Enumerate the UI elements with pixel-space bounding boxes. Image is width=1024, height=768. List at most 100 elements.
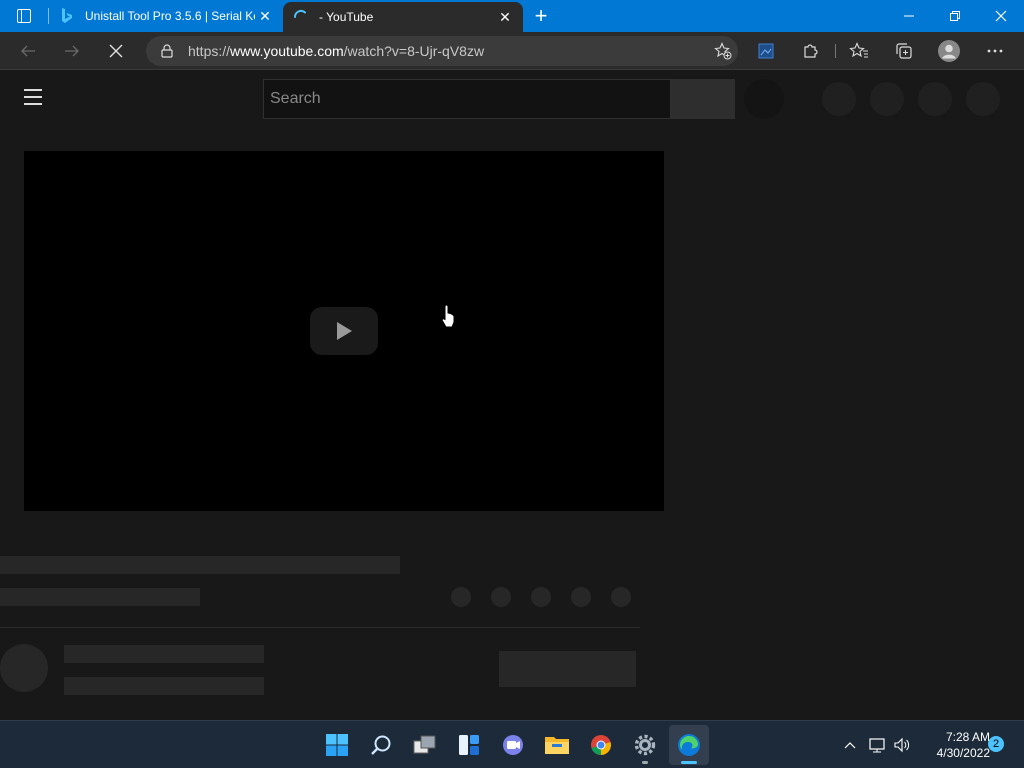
close-window-button[interactable] (978, 0, 1024, 32)
forward-arrow-icon (65, 45, 79, 57)
task-view-button[interactable] (405, 725, 445, 765)
teams-chat-button[interactable] (493, 725, 533, 765)
placeholder-circle (822, 82, 856, 116)
edge-button[interactable] (669, 725, 709, 765)
tab-title: Unistall Tool Pro 3.5.6 | Serial Key (85, 9, 255, 23)
placeholder-circle (870, 82, 904, 116)
minimize-icon (904, 15, 914, 17)
hand-cursor-icon (441, 305, 455, 328)
video-player[interactable] (24, 151, 664, 511)
new-tab-button[interactable]: + (523, 0, 559, 32)
task-view-icon (413, 735, 436, 754)
url-text: https://www.youtube.com/watch?v=8-Ujr-qV… (188, 43, 708, 59)
show-hidden-icons-button[interactable] (838, 721, 862, 768)
channel-name-placeholder (64, 645, 264, 663)
restore-icon (950, 11, 960, 21)
clock-date: 4/30/2022 (936, 746, 990, 760)
browser-titlebar: Unistall Tool Pro 3.5.6 | Serial Key ✕ -… (0, 0, 1024, 32)
divider (0, 627, 640, 628)
collections-icon (896, 43, 912, 59)
play-button[interactable] (310, 307, 378, 355)
edge-icon (678, 734, 700, 756)
loading-spinner-icon (293, 9, 309, 25)
running-indicator (642, 761, 648, 764)
taskbar-search-button[interactable] (361, 725, 401, 765)
channel-avatar-placeholder (0, 644, 48, 692)
speaker-icon (894, 737, 910, 753)
action-placeholder (531, 587, 551, 607)
action-placeholder (571, 587, 591, 607)
lock-icon (158, 42, 176, 60)
placeholder-circle (918, 82, 952, 116)
restore-button[interactable] (932, 0, 978, 32)
chrome-button[interactable] (581, 725, 621, 765)
tab-actions-icon (17, 9, 31, 23)
file-explorer-button[interactable] (537, 725, 577, 765)
favorites-button[interactable] (843, 35, 875, 67)
widgets-button[interactable] (449, 725, 489, 765)
clock-time: 7:28 AM (945, 730, 990, 744)
favorites-icon (849, 42, 868, 58)
toolbar-separator (835, 44, 836, 58)
image-tool-button[interactable] (750, 35, 782, 67)
puzzle-icon (804, 44, 818, 58)
active-indicator (681, 761, 697, 764)
gear-icon (634, 734, 656, 756)
star-add-icon (714, 42, 732, 60)
close-icon (995, 10, 1007, 22)
youtube-search-box[interactable] (263, 79, 671, 119)
title-placeholder (0, 556, 400, 574)
url-domain: www.youtube.com (230, 43, 344, 59)
settings-more-button[interactable] (979, 35, 1011, 67)
search-icon (371, 735, 391, 755)
collections-button[interactable] (888, 35, 920, 67)
image-icon (758, 43, 774, 59)
settings-button[interactable] (625, 725, 665, 765)
window-controls (886, 0, 1024, 32)
bing-icon (59, 8, 75, 24)
subscribers-placeholder (64, 677, 264, 695)
system-clock[interactable]: 7:28 AM 4/30/2022 (918, 729, 990, 761)
search-button[interactable] (671, 79, 735, 119)
tab-close-icon[interactable]: ✕ (495, 7, 515, 27)
stop-icon (109, 44, 123, 58)
back-button[interactable] (12, 35, 44, 67)
back-arrow-icon (21, 45, 35, 57)
tab-actions-button[interactable] (0, 0, 48, 32)
views-placeholder (0, 588, 200, 606)
windows-taskbar: 7:28 AM 4/30/2022 (0, 720, 1024, 768)
search-input[interactable] (270, 90, 670, 108)
network-icon (869, 738, 885, 753)
volume-button[interactable] (890, 721, 914, 768)
url-prefix: https:// (188, 43, 231, 59)
add-favorite-button[interactable] (708, 36, 738, 66)
address-bar[interactable]: https://www.youtube.com/watch?v=8-Ujr-qV… (146, 36, 738, 66)
widgets-icon (459, 735, 479, 755)
page-viewport (0, 71, 1024, 720)
network-button[interactable] (866, 721, 890, 768)
folder-icon (545, 737, 569, 754)
extensions-button[interactable] (795, 35, 827, 67)
chrome-icon (591, 735, 611, 755)
profile-button[interactable] (933, 35, 965, 67)
plus-icon: + (534, 3, 548, 28)
forward-button[interactable] (56, 35, 88, 67)
url-path: /watch?v=8-Ujr-qV8zw (343, 43, 485, 59)
tab-close-icon[interactable]: ✕ (255, 6, 275, 26)
more-dots-icon (987, 49, 1003, 53)
chevron-up-icon (844, 742, 856, 749)
play-icon (337, 322, 352, 340)
placeholder-circle (744, 79, 784, 119)
chat-icon (503, 735, 523, 755)
minimize-button[interactable] (886, 0, 932, 32)
notification-badge[interactable]: 2 (988, 736, 1004, 752)
placeholder-circle (966, 82, 1000, 116)
avatar-icon (938, 40, 960, 62)
start-button[interactable] (317, 725, 357, 765)
action-placeholder (491, 587, 511, 607)
tab-youtube[interactable]: - YouTube ✕ (283, 2, 523, 32)
action-placeholder (611, 587, 631, 607)
stop-loading-button[interactable] (100, 35, 132, 67)
tab-uninstall-tool[interactable]: Unistall Tool Pro 3.5.6 | Serial Key ✕ (49, 0, 283, 32)
hamburger-menu-icon[interactable] (24, 89, 48, 107)
